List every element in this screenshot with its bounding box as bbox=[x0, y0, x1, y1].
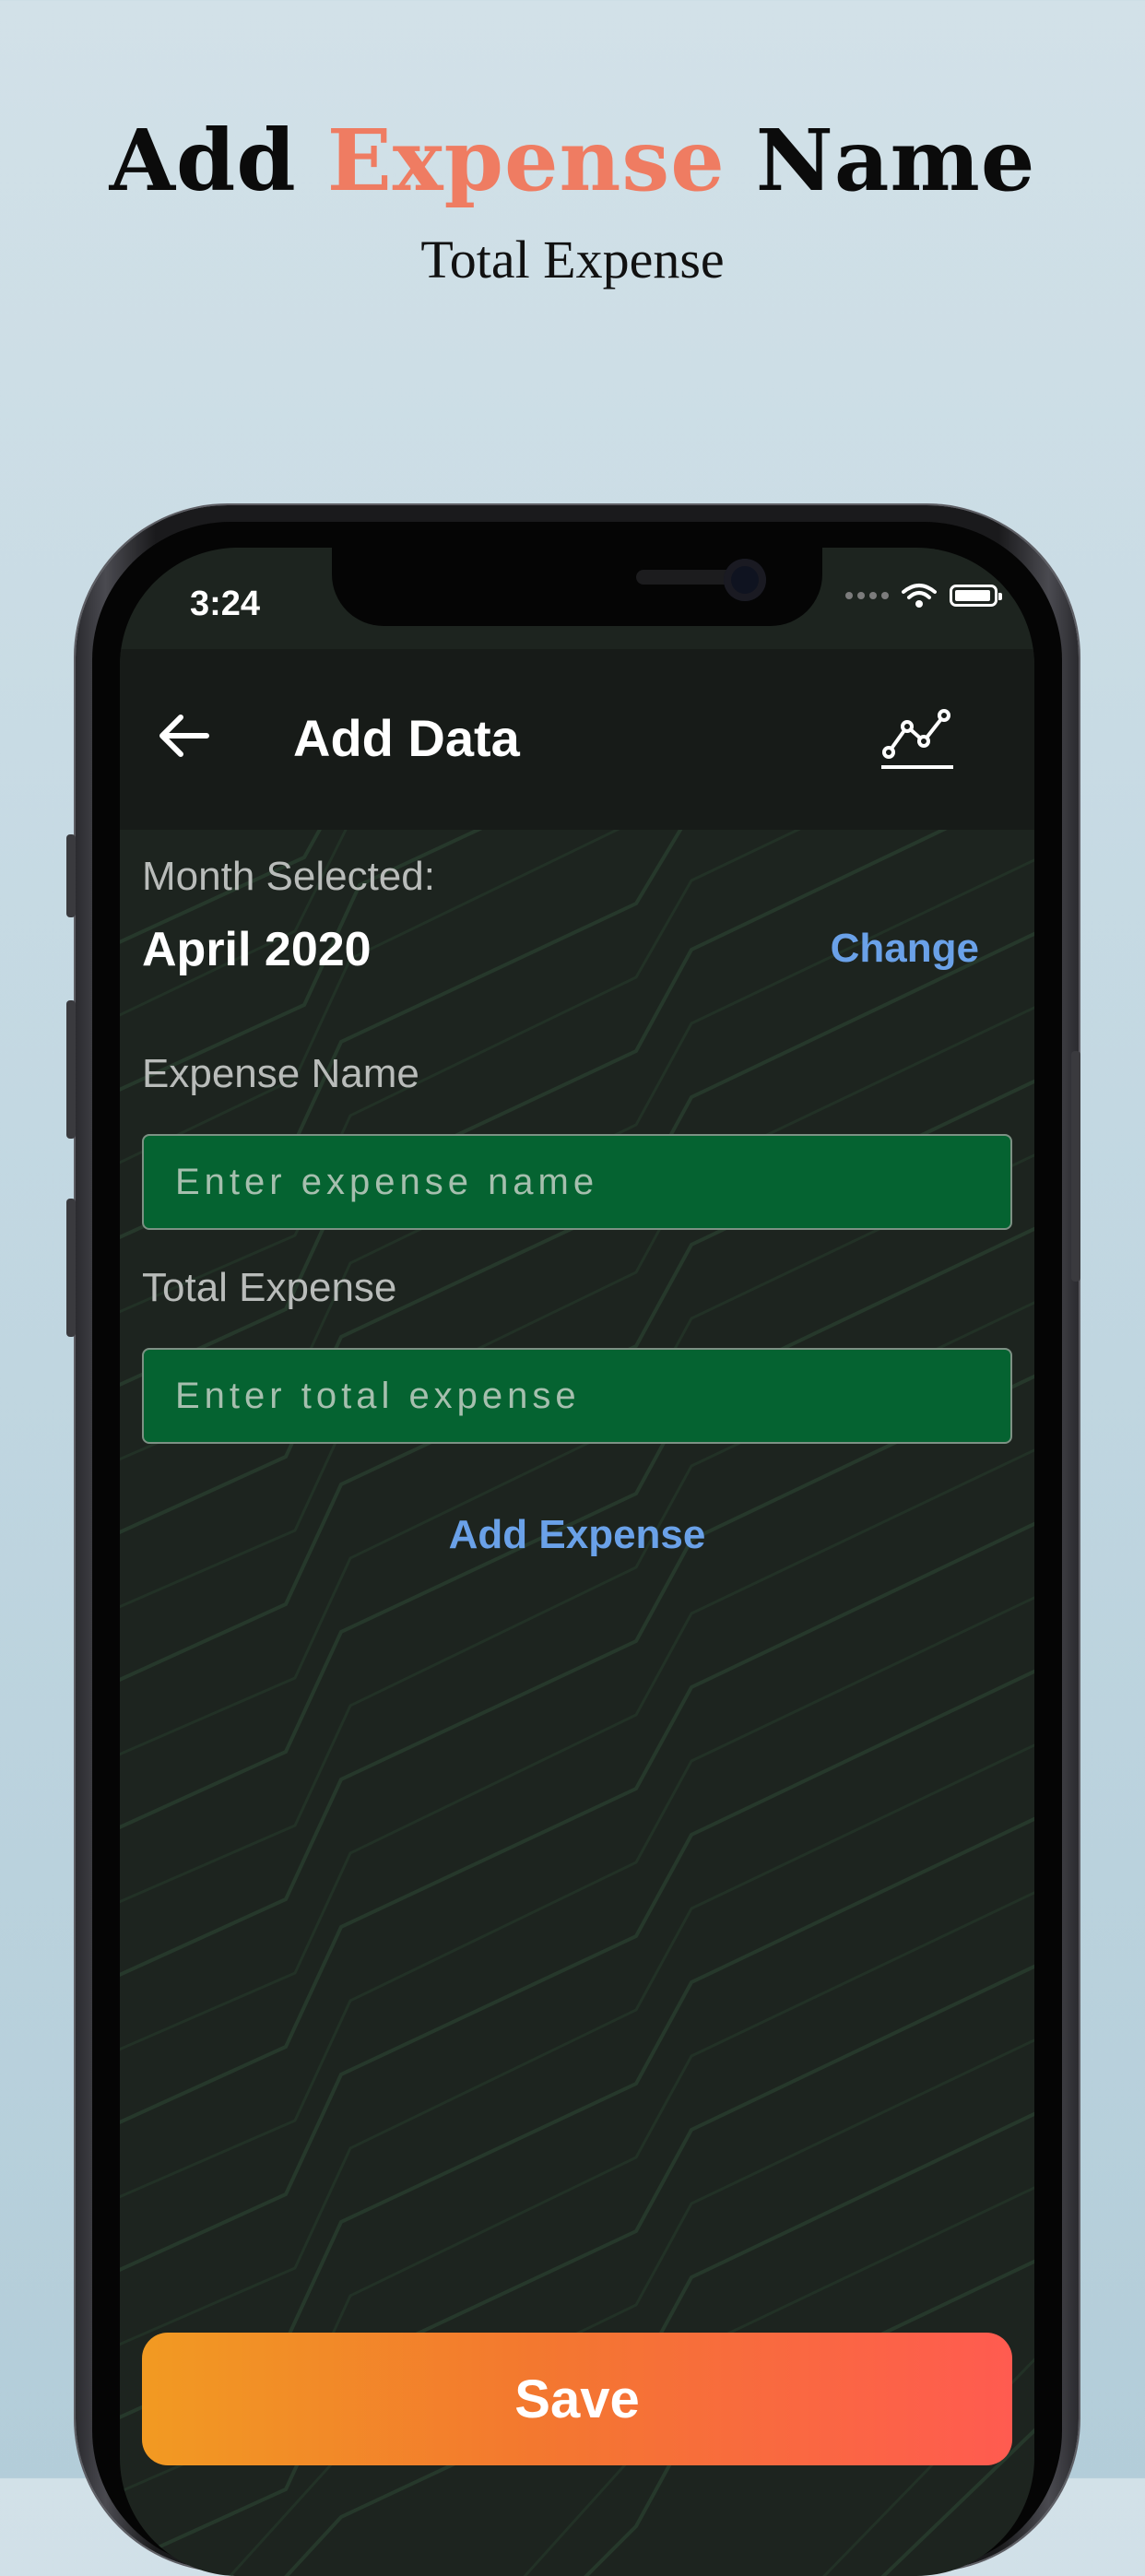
expense-name-input[interactable] bbox=[144, 1136, 1010, 1228]
month-selected-label: Month Selected: bbox=[142, 854, 435, 899]
expense-name-field[interactable] bbox=[142, 1134, 1012, 1230]
power-button bbox=[1071, 1051, 1080, 1282]
save-button[interactable]: Save bbox=[142, 2333, 1012, 2465]
headline-accent: Expense bbox=[326, 111, 726, 210]
page-title: Add Data bbox=[293, 709, 520, 767]
front-camera bbox=[724, 559, 766, 601]
add-expense-button[interactable]: Add Expense bbox=[120, 1512, 1034, 1558]
notch bbox=[332, 548, 822, 626]
line-chart-icon[interactable] bbox=[879, 699, 955, 773]
change-month-link[interactable]: Change bbox=[831, 926, 979, 972]
volume-down-button bbox=[66, 1199, 76, 1337]
wifi-icon bbox=[902, 584, 937, 608]
signal-dots-icon bbox=[845, 592, 889, 599]
arrow-left-icon[interactable] bbox=[155, 706, 214, 765]
total-expense-field[interactable] bbox=[142, 1348, 1012, 1444]
app-screen: 3:24 Add Data Month Selected: April 2020… bbox=[120, 548, 1034, 2576]
silent-switch bbox=[66, 834, 76, 917]
promo-subtitle: Total Expense bbox=[420, 230, 725, 290]
total-expense-label: Total Expense bbox=[142, 1265, 397, 1310]
expense-name-label: Expense Name bbox=[142, 1051, 419, 1096]
headline-part-1: Add bbox=[109, 111, 297, 210]
headline-part-3: Name bbox=[755, 111, 1036, 210]
status-icons bbox=[845, 583, 1002, 609]
volume-up-button bbox=[66, 1000, 76, 1139]
status-time: 3:24 bbox=[190, 585, 261, 623]
app-bar: Add Data bbox=[120, 649, 1034, 830]
total-expense-input[interactable] bbox=[144, 1350, 1010, 1442]
save-button-label: Save bbox=[514, 2369, 640, 2429]
month-selected-value: April 2020 bbox=[142, 923, 372, 976]
promo-headline: Add Expense Name bbox=[0, 111, 1145, 210]
battery-icon bbox=[950, 585, 1002, 607]
